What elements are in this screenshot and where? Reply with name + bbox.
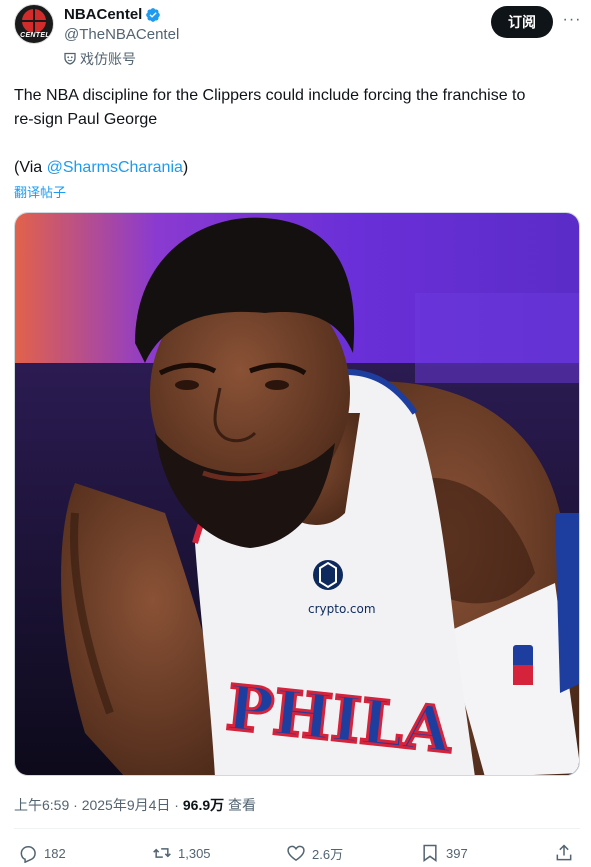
jersey-sponsor-text: crypto.com	[308, 602, 376, 616]
tweet-photo[interactable]: crypto.com PHILA	[14, 212, 580, 776]
bookmark-button[interactable]: 397	[420, 842, 468, 864]
translate-post-link[interactable]: 翻译帖子	[14, 182, 66, 201]
divider	[14, 828, 580, 829]
via-suffix: )	[182, 159, 189, 176]
reply-icon	[20, 846, 36, 863]
retweet-count: 1,305	[178, 845, 211, 861]
author-display-name[interactable]: NBACentel	[64, 6, 142, 23]
like-count: 2.6万	[312, 846, 344, 862]
subscribe-button[interactable]: 订阅	[491, 6, 553, 38]
meta-separator-2: ·	[170, 797, 183, 813]
heart-icon	[287, 845, 305, 861]
tweet-date: 2025年9月4日	[81, 797, 171, 813]
tweet-text-line-1: The NBA discipline for the Clippers coul…	[14, 87, 526, 104]
views-label: 查看	[224, 797, 257, 813]
bookmark-icon	[423, 844, 437, 862]
retweet-button[interactable]: 1,305	[152, 842, 211, 864]
share-button[interactable]	[554, 842, 580, 864]
avatar[interactable]: CENTEL	[14, 4, 54, 44]
author-handle[interactable]: @TheNBACentel	[64, 26, 179, 43]
basketball-logo-icon	[22, 9, 46, 33]
tweet-timestamp[interactable]: 上午6:59 · 2025年9月4日 · 96.9万 查看	[14, 795, 256, 815]
bookmark-count: 397	[446, 845, 468, 861]
action-bar: 182 1,305 2.6万 397	[14, 840, 580, 867]
via-prefix: (Via	[14, 159, 47, 176]
avatar-brand-text: CENTEL	[20, 32, 50, 39]
verified-badge-icon	[146, 8, 160, 22]
tweet-body: The NBA discipline for the Clippers coul…	[14, 84, 574, 132]
views-count: 96.9万	[182, 797, 225, 813]
tweet-header: CENTEL NBACentel @TheNBACentel 戏仿账号 订阅 ·…	[14, 4, 584, 67]
more-options-icon[interactable]: ···	[562, 10, 582, 30]
share-icon	[556, 844, 572, 861]
player-photo: crypto.com PHILA	[15, 213, 579, 775]
tweet-text-line-2: re-sign Paul George	[14, 111, 158, 128]
meta-separator: ·	[69, 797, 82, 813]
parody-account-label: 戏仿账号	[64, 49, 136, 69]
parody-label-text: 戏仿账号	[80, 51, 136, 67]
reply-button[interactable]: 182	[18, 842, 66, 864]
like-button[interactable]: 2.6万	[286, 842, 343, 864]
via-mention-link[interactable]: @SharmsCharania	[47, 159, 183, 176]
tweet-via: (Via @SharmsCharania)	[14, 156, 188, 180]
retweet-icon	[153, 848, 171, 858]
reply-count: 182	[44, 845, 66, 861]
tweet-time: 上午6:59	[14, 797, 70, 813]
mask-icon	[64, 52, 76, 65]
